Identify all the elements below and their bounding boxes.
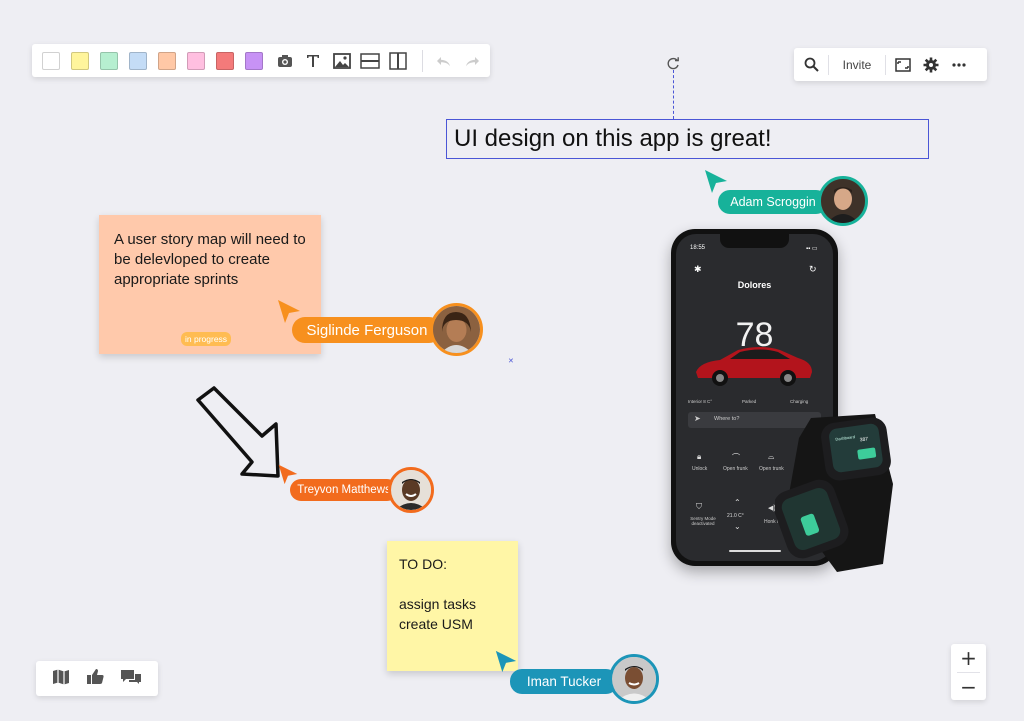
frunk-icon[interactable]: ⌒ [732,452,740,463]
zoom-controls: + − [951,644,986,700]
comments-icon[interactable] [120,669,142,689]
thumbs-up-icon[interactable] [86,668,104,689]
collaborator-name: Adam Scroggin [730,195,816,209]
avatar [388,467,434,513]
cursor-icon [495,650,517,673]
color-swatch-6[interactable] [187,51,205,70]
collaborator-label: Treyvon Matthews [290,479,398,501]
status-badge: in progress [181,332,232,346]
color-swatch-4[interactable] [129,51,147,70]
refresh-icon[interactable]: ↻ [809,264,817,275]
camera-icon[interactable] [274,50,295,72]
color-swatch-3[interactable] [100,51,118,70]
map-icon[interactable] [52,669,70,689]
close-icon[interactable]: ✕ [508,357,514,365]
trunk-icon[interactable]: ⌓ [768,452,774,462]
parked-status: Parked [742,399,757,404]
cabin-temp: 21.0 C° [727,513,744,519]
color-swatch-1[interactable] [42,51,60,70]
swatch-group [42,51,274,70]
note-line: assign tasks [399,596,477,612]
invite-button[interactable]: Invite [829,58,885,72]
collaborator-name: Siglinde Ferguson [306,321,428,339]
lock-icon[interactable]: 🔒︎ [697,452,701,462]
sticky-note-text: A user story map will need to be delevlo… [114,231,306,288]
avatar [430,303,483,356]
shield-icon[interactable]: ⛉ [696,502,702,512]
undo-icon[interactable] [433,50,454,72]
zoom-out-button[interactable]: − [951,673,986,701]
more-icon[interactable] [942,48,976,81]
destination-placeholder: Where to? [714,416,740,422]
smartwatch-image: Dashboard 387 [775,414,893,572]
image-icon[interactable] [331,50,352,72]
avatar [818,176,868,226]
sentry-mode: Sentry Mode deactivated [684,516,722,526]
text-icon[interactable] [302,50,323,72]
vertical-line-icon[interactable] [388,50,409,72]
bottom-toolbar [36,661,158,696]
note-line: create USM [399,616,473,632]
chevron-down-icon[interactable]: ⌄ [734,522,741,531]
toolbar-divider [422,49,424,72]
note-line: TO DO: [399,556,447,572]
presentation-icon[interactable] [886,48,920,81]
color-swatch-5[interactable] [158,51,176,70]
color-swatch-7[interactable] [216,51,234,70]
open-frunk-label: Open frunk [723,466,748,472]
hand-drawn-arrow [196,386,280,478]
car-image [696,347,812,386]
collaborator-name: Treyvon Matthews [297,484,391,496]
sentry-state: deactivated [691,521,715,526]
horizontal-line-icon[interactable] [359,50,380,72]
phone-notch [720,234,789,248]
search-icon[interactable] [794,48,828,81]
color-swatch-2[interactable] [71,51,89,70]
gear-icon[interactable]: ✱ [694,264,702,275]
headline-textbox[interactable]: UI design on this app is great! [446,119,929,159]
top-right-toolbar: Invite [794,48,987,81]
zoom-in-button[interactable]: + [951,644,986,672]
interior-temp: Interior 8 C° [688,399,713,404]
redo-icon[interactable] [462,50,483,72]
chevron-up-icon[interactable]: ⌃ [734,498,741,507]
charging-status: Charging [790,399,809,404]
color-toolbar [32,44,490,77]
collaborator-label: Iman Tucker [510,669,618,694]
color-swatch-8[interactable] [245,51,263,70]
car-name: Dolores [737,280,772,290]
avatar [609,654,659,704]
gear-icon[interactable] [920,48,942,81]
sticky-note-text: TO DO: assign tasks create USM [399,554,476,634]
collaborator-label: Adam Scroggin [718,190,828,214]
watch-value: 387 [859,436,868,443]
collaborator-label: Siglinde Ferguson [292,317,442,343]
unlock-label: Unlock [692,466,708,472]
collaborator-name: Iman Tucker [526,674,602,689]
rotate-connector [673,70,674,119]
navigation-icon: ➤ [694,414,701,423]
phone-time: 18:55 [690,245,706,251]
battery-icon: ▪▪ ▭ [806,246,818,252]
home-indicator [729,550,781,552]
